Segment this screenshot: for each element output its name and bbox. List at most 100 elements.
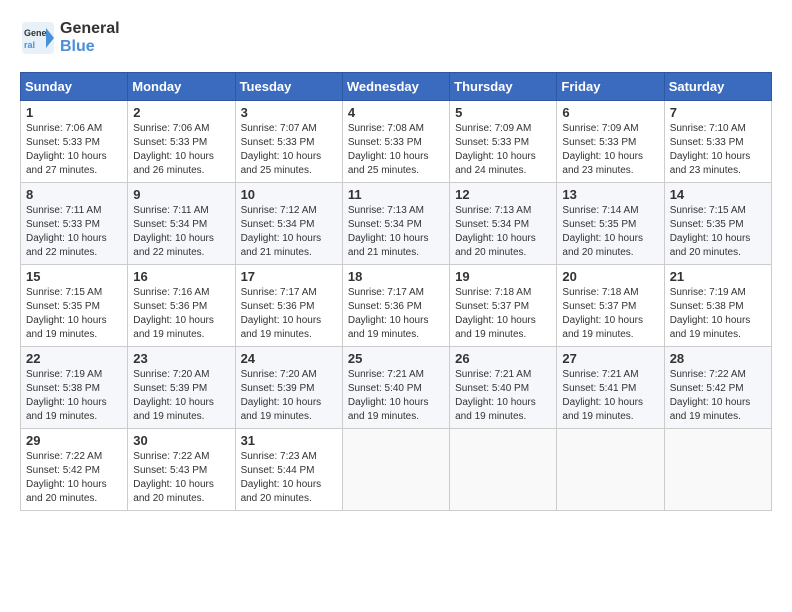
- daylight-label: Daylight: 10 hours and 20 minutes.: [455, 233, 536, 258]
- sunset-label: Sunset: 5:37 PM: [455, 301, 529, 312]
- daylight-label: Daylight: 10 hours and 19 minutes.: [133, 315, 214, 340]
- sunset-label: Sunset: 5:33 PM: [241, 137, 315, 148]
- calendar-week-row: 8 Sunrise: 7:11 AM Sunset: 5:33 PM Dayli…: [21, 183, 772, 265]
- sunrise-label: Sunrise: 7:21 AM: [562, 369, 638, 380]
- calendar-header-row: SundayMondayTuesdayWednesdayThursdayFrid…: [21, 73, 772, 101]
- sunrise-label: Sunrise: 7:14 AM: [562, 205, 638, 216]
- sunset-label: Sunset: 5:38 PM: [670, 301, 744, 312]
- sunrise-label: Sunrise: 7:10 AM: [670, 123, 746, 134]
- calendar-day-cell: 22 Sunrise: 7:19 AM Sunset: 5:38 PM Dayl…: [21, 347, 128, 429]
- day-number: 17: [241, 269, 337, 284]
- day-info: Sunrise: 7:21 AM Sunset: 5:41 PM Dayligh…: [562, 368, 658, 424]
- calendar-day-cell: 27 Sunrise: 7:21 AM Sunset: 5:41 PM Dayl…: [557, 347, 664, 429]
- day-number: 18: [348, 269, 444, 284]
- calendar-day-cell: 10 Sunrise: 7:12 AM Sunset: 5:34 PM Dayl…: [235, 183, 342, 265]
- sunrise-label: Sunrise: 7:17 AM: [348, 287, 424, 298]
- daylight-label: Daylight: 10 hours and 19 minutes.: [562, 397, 643, 422]
- day-of-week-header: Tuesday: [235, 73, 342, 101]
- day-info: Sunrise: 7:18 AM Sunset: 5:37 PM Dayligh…: [455, 286, 551, 342]
- day-info: Sunrise: 7:22 AM Sunset: 5:43 PM Dayligh…: [133, 450, 229, 506]
- day-number: 15: [26, 269, 122, 284]
- sunset-label: Sunset: 5:34 PM: [241, 219, 315, 230]
- daylight-label: Daylight: 10 hours and 19 minutes.: [455, 315, 536, 340]
- daylight-label: Daylight: 10 hours and 19 minutes.: [26, 315, 107, 340]
- day-number: 10: [241, 187, 337, 202]
- calendar-day-cell: 19 Sunrise: 7:18 AM Sunset: 5:37 PM Dayl…: [450, 265, 557, 347]
- sunset-label: Sunset: 5:38 PM: [26, 383, 100, 394]
- sunrise-label: Sunrise: 7:18 AM: [562, 287, 638, 298]
- daylight-label: Daylight: 10 hours and 20 minutes.: [241, 479, 322, 504]
- logo-text: Gene: [60, 20, 100, 37]
- day-info: Sunrise: 7:15 AM Sunset: 5:35 PM Dayligh…: [670, 204, 766, 260]
- day-info: Sunrise: 7:13 AM Sunset: 5:34 PM Dayligh…: [348, 204, 444, 260]
- calendar-day-cell: 17 Sunrise: 7:17 AM Sunset: 5:36 PM Dayl…: [235, 265, 342, 347]
- day-info: Sunrise: 7:06 AM Sunset: 5:33 PM Dayligh…: [133, 122, 229, 178]
- day-info: Sunrise: 7:09 AM Sunset: 5:33 PM Dayligh…: [455, 122, 551, 178]
- sunrise-label: Sunrise: 7:19 AM: [26, 369, 102, 380]
- daylight-label: Daylight: 10 hours and 20 minutes.: [562, 233, 643, 258]
- sunset-label: Sunset: 5:33 PM: [26, 137, 100, 148]
- day-number: 29: [26, 433, 122, 448]
- day-number: 22: [26, 351, 122, 366]
- day-of-week-header: Saturday: [664, 73, 771, 101]
- day-info: Sunrise: 7:12 AM Sunset: 5:34 PM Dayligh…: [241, 204, 337, 260]
- day-info: Sunrise: 7:17 AM Sunset: 5:36 PM Dayligh…: [241, 286, 337, 342]
- sunrise-label: Sunrise: 7:17 AM: [241, 287, 317, 298]
- day-info: Sunrise: 7:09 AM Sunset: 5:33 PM Dayligh…: [562, 122, 658, 178]
- sunset-label: Sunset: 5:42 PM: [670, 383, 744, 394]
- calendar-day-cell: 21 Sunrise: 7:19 AM Sunset: 5:38 PM Dayl…: [664, 265, 771, 347]
- day-info: Sunrise: 7:16 AM Sunset: 5:36 PM Dayligh…: [133, 286, 229, 342]
- sunset-label: Sunset: 5:34 PM: [455, 219, 529, 230]
- sunrise-label: Sunrise: 7:11 AM: [133, 205, 208, 216]
- logo-icon: Gene ral: [20, 20, 56, 56]
- sunrise-label: Sunrise: 7:22 AM: [670, 369, 746, 380]
- day-info: Sunrise: 7:13 AM Sunset: 5:34 PM Dayligh…: [455, 204, 551, 260]
- daylight-label: Daylight: 10 hours and 19 minutes.: [241, 397, 322, 422]
- sunrise-label: Sunrise: 7:23 AM: [241, 451, 317, 462]
- day-info: Sunrise: 7:14 AM Sunset: 5:35 PM Dayligh…: [562, 204, 658, 260]
- day-of-week-header: Monday: [128, 73, 235, 101]
- calendar-day-cell: 29 Sunrise: 7:22 AM Sunset: 5:42 PM Dayl…: [21, 429, 128, 511]
- sunset-label: Sunset: 5:37 PM: [562, 301, 636, 312]
- calendar-day-cell: 16 Sunrise: 7:16 AM Sunset: 5:36 PM Dayl…: [128, 265, 235, 347]
- day-number: 11: [348, 187, 444, 202]
- sunrise-label: Sunrise: 7:22 AM: [26, 451, 102, 462]
- day-number: 27: [562, 351, 658, 366]
- calendar-day-cell: 3 Sunrise: 7:07 AM Sunset: 5:33 PM Dayli…: [235, 101, 342, 183]
- daylight-label: Daylight: 10 hours and 19 minutes.: [348, 397, 429, 422]
- calendar-day-cell: [664, 429, 771, 511]
- calendar-day-cell: 13 Sunrise: 7:14 AM Sunset: 5:35 PM Dayl…: [557, 183, 664, 265]
- day-number: 8: [26, 187, 122, 202]
- day-info: Sunrise: 7:19 AM Sunset: 5:38 PM Dayligh…: [670, 286, 766, 342]
- sunset-label: Sunset: 5:35 PM: [562, 219, 636, 230]
- daylight-label: Daylight: 10 hours and 19 minutes.: [562, 315, 643, 340]
- sunset-label: Sunset: 5:40 PM: [455, 383, 529, 394]
- day-info: Sunrise: 7:17 AM Sunset: 5:36 PM Dayligh…: [348, 286, 444, 342]
- logo: Gene ral General Blue: [20, 20, 120, 56]
- calendar-day-cell: 6 Sunrise: 7:09 AM Sunset: 5:33 PM Dayli…: [557, 101, 664, 183]
- day-of-week-header: Thursday: [450, 73, 557, 101]
- sunrise-label: Sunrise: 7:18 AM: [455, 287, 531, 298]
- sunrise-label: Sunrise: 7:09 AM: [562, 123, 638, 134]
- daylight-label: Daylight: 10 hours and 22 minutes.: [133, 233, 214, 258]
- day-info: Sunrise: 7:23 AM Sunset: 5:44 PM Dayligh…: [241, 450, 337, 506]
- day-info: Sunrise: 7:21 AM Sunset: 5:40 PM Dayligh…: [348, 368, 444, 424]
- day-number: 23: [133, 351, 229, 366]
- daylight-label: Daylight: 10 hours and 19 minutes.: [348, 315, 429, 340]
- svg-text:Gene: Gene: [24, 28, 47, 38]
- sunset-label: Sunset: 5:43 PM: [133, 465, 207, 476]
- calendar-table: SundayMondayTuesdayWednesdayThursdayFrid…: [20, 72, 772, 511]
- sunset-label: Sunset: 5:35 PM: [670, 219, 744, 230]
- sunset-label: Sunset: 5:33 PM: [133, 137, 207, 148]
- daylight-label: Daylight: 10 hours and 20 minutes.: [133, 479, 214, 504]
- day-info: Sunrise: 7:10 AM Sunset: 5:33 PM Dayligh…: [670, 122, 766, 178]
- calendar-day-cell: 14 Sunrise: 7:15 AM Sunset: 5:35 PM Dayl…: [664, 183, 771, 265]
- day-of-week-header: Wednesday: [342, 73, 449, 101]
- day-number: 16: [133, 269, 229, 284]
- sunset-label: Sunset: 5:41 PM: [562, 383, 636, 394]
- day-number: 6: [562, 105, 658, 120]
- sunset-label: Sunset: 5:35 PM: [26, 301, 100, 312]
- daylight-label: Daylight: 10 hours and 21 minutes.: [241, 233, 322, 258]
- calendar-day-cell: 30 Sunrise: 7:22 AM Sunset: 5:43 PM Dayl…: [128, 429, 235, 511]
- daylight-label: Daylight: 10 hours and 26 minutes.: [133, 151, 214, 176]
